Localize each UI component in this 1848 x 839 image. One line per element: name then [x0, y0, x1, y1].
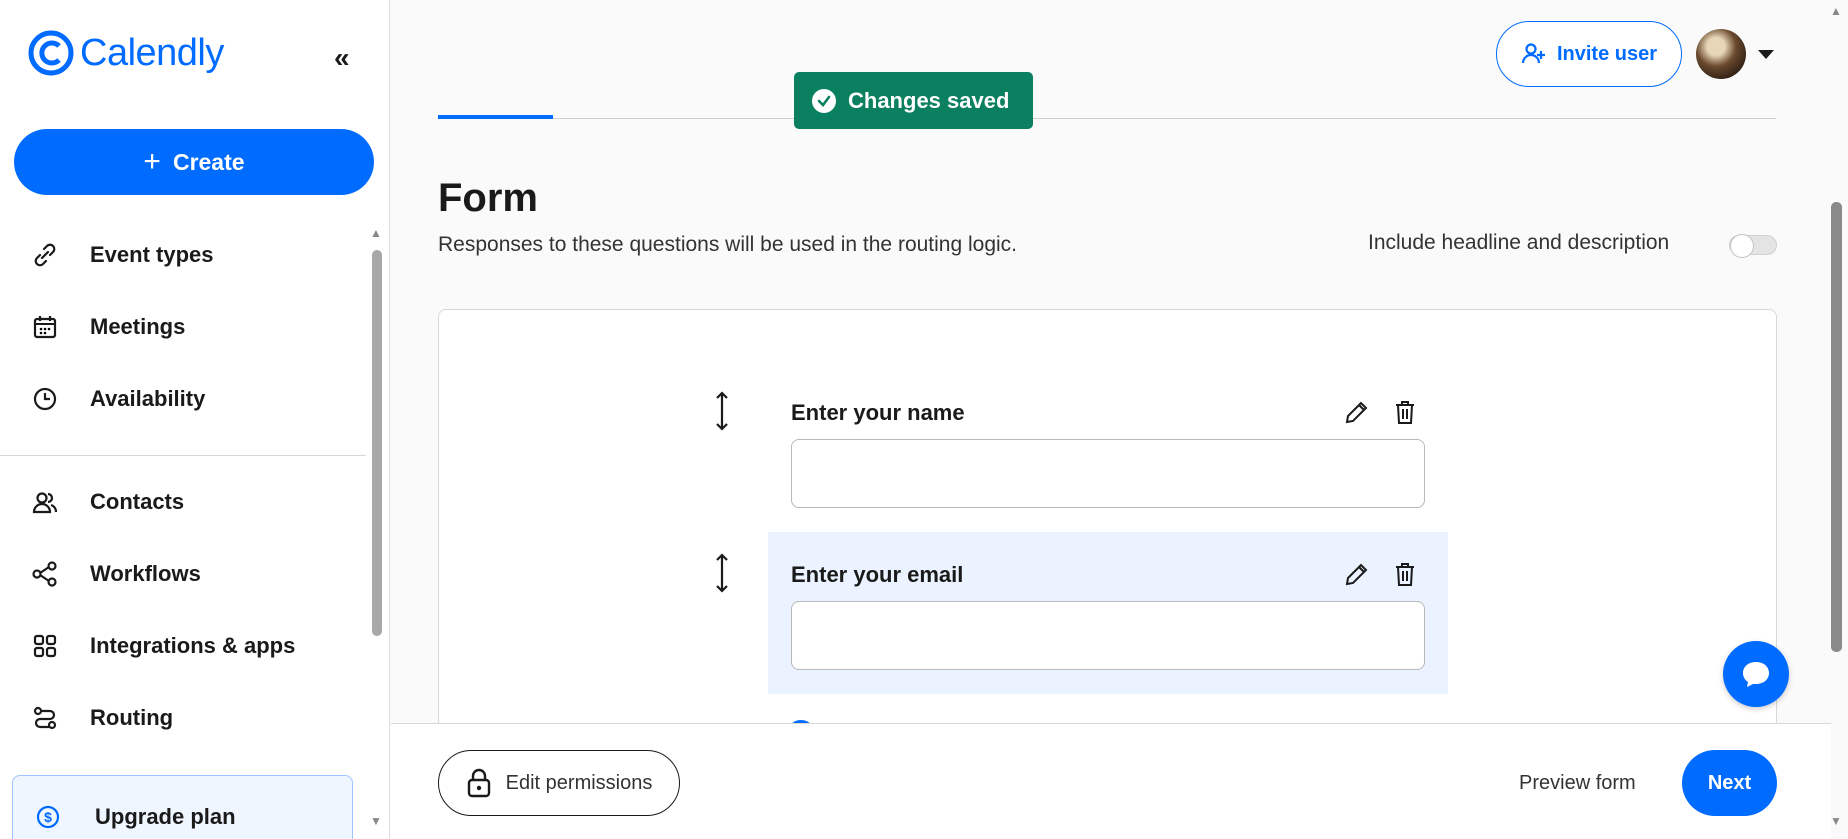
sidebar-item-label: Routing: [90, 705, 174, 730]
active-tab-indicator[interactable]: [438, 115, 553, 119]
link-icon: [30, 240, 60, 270]
upgrade-plan-row[interactable]: $ Upgrade plan: [33, 802, 236, 832]
sidebar: Calendly « + Create Event types Meetings…: [0, 0, 390, 839]
dollar-icon: $: [33, 802, 63, 832]
question-label: Enter your name: [791, 400, 965, 425]
sidebar-item-event-types[interactable]: Event types: [30, 240, 214, 270]
sidebar-item-integrations[interactable]: Integrations & apps: [30, 631, 295, 661]
avatar[interactable]: [1696, 29, 1746, 79]
next-button[interactable]: Next: [1682, 750, 1777, 816]
trash-icon[interactable]: [1390, 397, 1420, 427]
calendly-logo-icon: [28, 30, 74, 76]
main-scrollbar[interactable]: [1831, 202, 1842, 652]
main-content: Changes saved Invite user Form Responses…: [391, 0, 1848, 839]
plus-icon: +: [143, 145, 161, 178]
calendar-icon: [30, 312, 60, 342]
grid-icon: [30, 631, 60, 661]
include-headline-toggle[interactable]: [1729, 234, 1777, 258]
lock-icon: [467, 768, 490, 798]
name-field[interactable]: [791, 439, 1425, 508]
chat-bubble-icon: [1743, 662, 1769, 687]
sidebar-item-routing[interactable]: Routing: [30, 703, 173, 733]
collapse-sidebar-button[interactable]: «: [334, 42, 350, 74]
sidebar-scrollbar[interactable]: [372, 250, 382, 636]
changes-saved-toast: Changes saved: [794, 72, 1033, 129]
sidebar-item-availability[interactable]: Availability: [30, 384, 205, 414]
check-circle-icon: [812, 88, 836, 113]
svg-text:$: $: [44, 809, 52, 825]
scroll-up-arrow[interactable]: ▲: [370, 226, 382, 240]
drag-handle-icon[interactable]: [715, 553, 729, 600]
upgrade-plan-label: Upgrade plan: [95, 804, 236, 829]
footer-bar: Edit permissions Preview form Next: [391, 723, 1831, 839]
sidebar-divider: [0, 455, 366, 456]
edit-icon[interactable]: [1342, 559, 1372, 589]
invite-user-label: Invite user: [1556, 42, 1658, 65]
create-label: Create: [172, 148, 245, 175]
sidebar-item-label: Integrations & apps: [90, 633, 296, 658]
edit-permissions-label: Edit permissions: [505, 771, 653, 794]
sidebar-item-label: Contacts: [90, 489, 185, 514]
chevron-down-icon[interactable]: [1758, 50, 1774, 59]
contacts-icon: [30, 487, 60, 517]
upgrade-plan-card[interactable]: $ Upgrade plan: [12, 775, 353, 839]
sidebar-item-workflows[interactable]: Workflows: [30, 559, 201, 589]
edit-permissions-button[interactable]: Edit permissions: [438, 750, 680, 816]
chat-button[interactable]: [1723, 641, 1789, 707]
sidebar-item-contacts[interactable]: Contacts: [30, 487, 184, 517]
drag-handle-icon[interactable]: [715, 391, 729, 438]
sidebar-item-label: Workflows: [90, 561, 201, 586]
brand-name: Calendly: [80, 31, 224, 74]
toast-text: Changes saved: [848, 87, 1010, 113]
scroll-up-arrow[interactable]: ▲: [1830, 4, 1842, 18]
toggle-knob: [1730, 234, 1754, 258]
scroll-down-arrow[interactable]: ▼: [1830, 814, 1842, 828]
clock-icon: [30, 384, 60, 414]
sidebar-item-meetings[interactable]: Meetings: [30, 312, 185, 342]
add-user-icon: [1521, 43, 1545, 64]
sidebar-item-label: Event types: [90, 242, 214, 267]
workflow-icon: [30, 559, 60, 589]
form-description: Responses to these questions will be use…: [438, 233, 1018, 256]
tab-underline: [438, 118, 1776, 119]
include-headline-label: Include headline and description: [1368, 231, 1670, 254]
routing-icon: [30, 703, 60, 733]
trash-icon[interactable]: [1390, 559, 1420, 589]
email-field[interactable]: [791, 601, 1425, 670]
edit-icon[interactable]: [1342, 397, 1372, 427]
scroll-down-arrow[interactable]: ▼: [370, 814, 382, 828]
page-title: Form: [438, 176, 538, 220]
question-label: Enter your email: [791, 562, 964, 587]
calendly-logo[interactable]: Calendly: [28, 30, 224, 76]
create-button[interactable]: + Create: [14, 129, 374, 195]
sidebar-item-label: Availability: [90, 386, 206, 411]
sidebar-item-label: Meetings: [90, 314, 186, 339]
invite-user-button[interactable]: Invite user: [1496, 21, 1682, 87]
preview-form-link[interactable]: Preview form: [1519, 772, 1636, 795]
form-card: Enter your name Enter your email: [438, 309, 1777, 729]
